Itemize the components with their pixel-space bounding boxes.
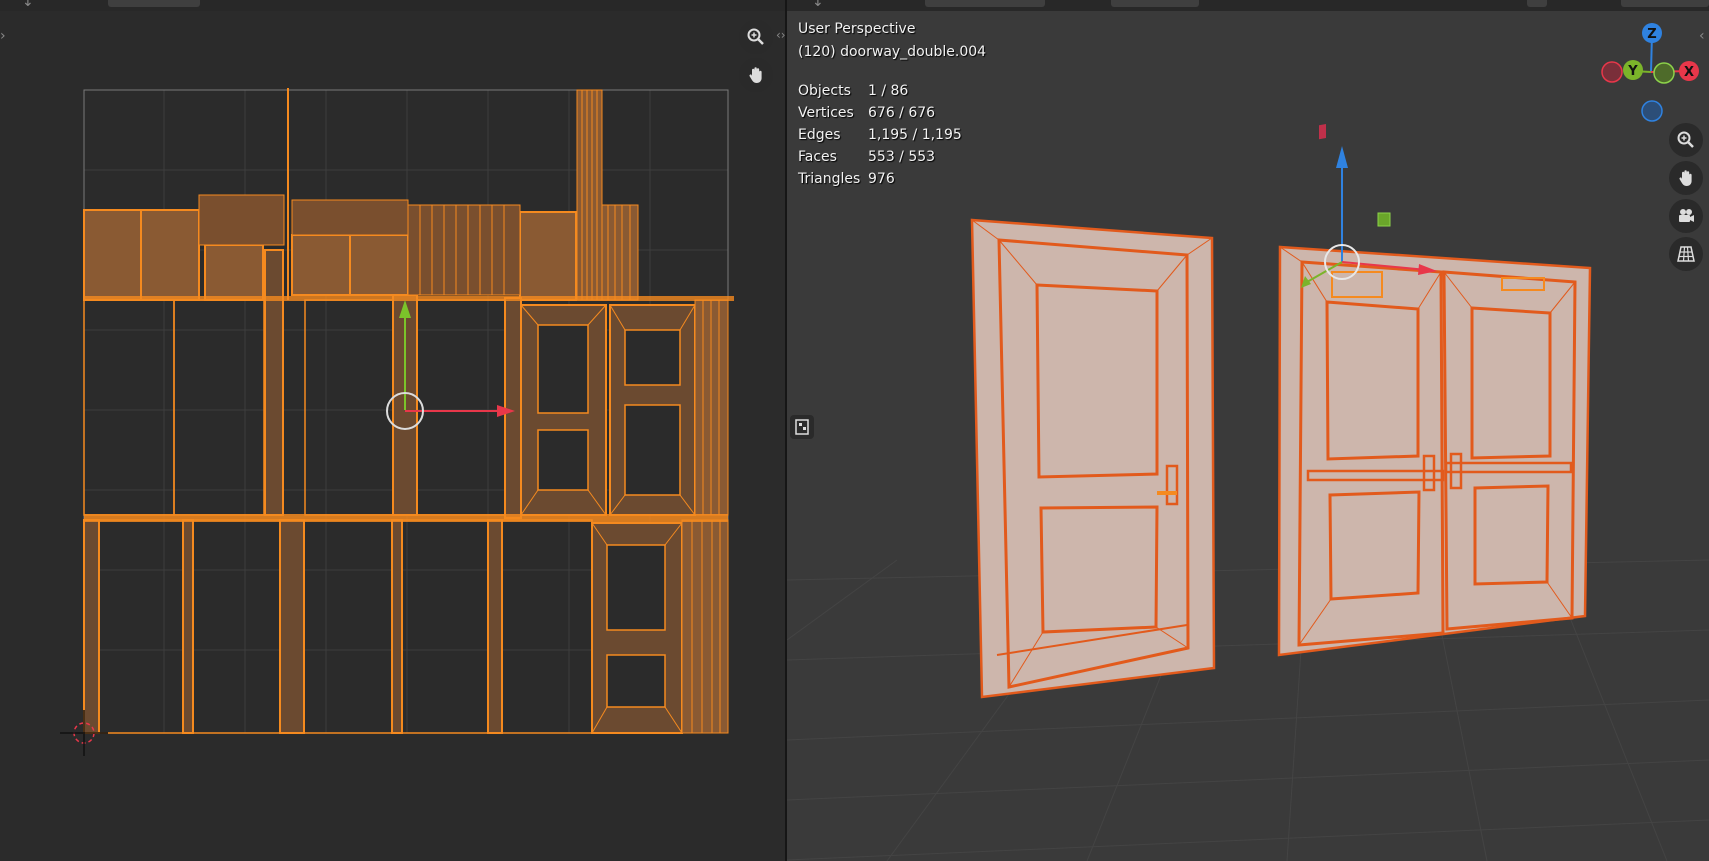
single-door-mesh <box>970 218 1216 699</box>
view-name: User Perspective <box>798 21 916 37</box>
zoom-icon[interactable] <box>1669 123 1703 157</box>
uv-canvas[interactable] <box>0 0 785 861</box>
gizmo-y-label: Y <box>1627 64 1638 79</box>
gizmo-x-label: X <box>1684 65 1694 80</box>
stat-value: 976 <box>868 171 895 187</box>
stat-row-faces: Faces 553 / 553 <box>798 146 962 168</box>
uv-editor[interactable]: › ↓ <box>0 0 785 861</box>
active-object-name: (120) doorway_double.004 <box>798 44 987 60</box>
stat-value: 1 / 86 <box>868 83 909 99</box>
gizmo-z-label: Z <box>1647 27 1656 42</box>
uv-cursor <box>60 710 108 756</box>
stat-label: Objects <box>798 83 851 99</box>
grid-ortho-icon[interactable] <box>1669 237 1703 271</box>
axis-gizmo: Z Y X <box>1601 23 1699 122</box>
stat-value: 1,195 / 1,195 <box>868 127 962 143</box>
stat-row-objects: Objects 1 / 86 <box>798 80 962 102</box>
stat-label: Edges <box>798 127 841 143</box>
uv-band <box>84 514 728 522</box>
stat-row-vertices: Vertices 676 / 676 <box>798 102 962 124</box>
sidebar-toggle-right[interactable]: ‹ <box>1699 28 1705 44</box>
stat-label: Faces <box>798 149 837 165</box>
zoom-icon[interactable] <box>739 20 773 54</box>
stat-row-edges: Edges 1,195 / 1,195 <box>798 124 962 146</box>
toolbar-toggle <box>790 415 814 439</box>
stat-value: 553 / 553 <box>868 149 936 165</box>
double-door-mesh <box>1277 245 1592 657</box>
area-split-arrows[interactable]: ‹› <box>776 28 786 42</box>
stat-label: Vertices <box>798 105 854 121</box>
camera-icon[interactable] <box>1669 199 1703 233</box>
scene-statistics: Objects 1 / 86 Vertices 676 / 676 Edges 1,1… <box>798 80 962 190</box>
uv-band-top <box>84 296 734 301</box>
stat-label: Triangles <box>798 171 861 187</box>
hand-pan-icon[interactable] <box>1669 161 1703 195</box>
stat-row-triangles: Triangles 976 <box>798 168 962 190</box>
hand-pan-icon[interactable] <box>739 58 773 92</box>
stat-value: 676 / 676 <box>868 105 936 121</box>
